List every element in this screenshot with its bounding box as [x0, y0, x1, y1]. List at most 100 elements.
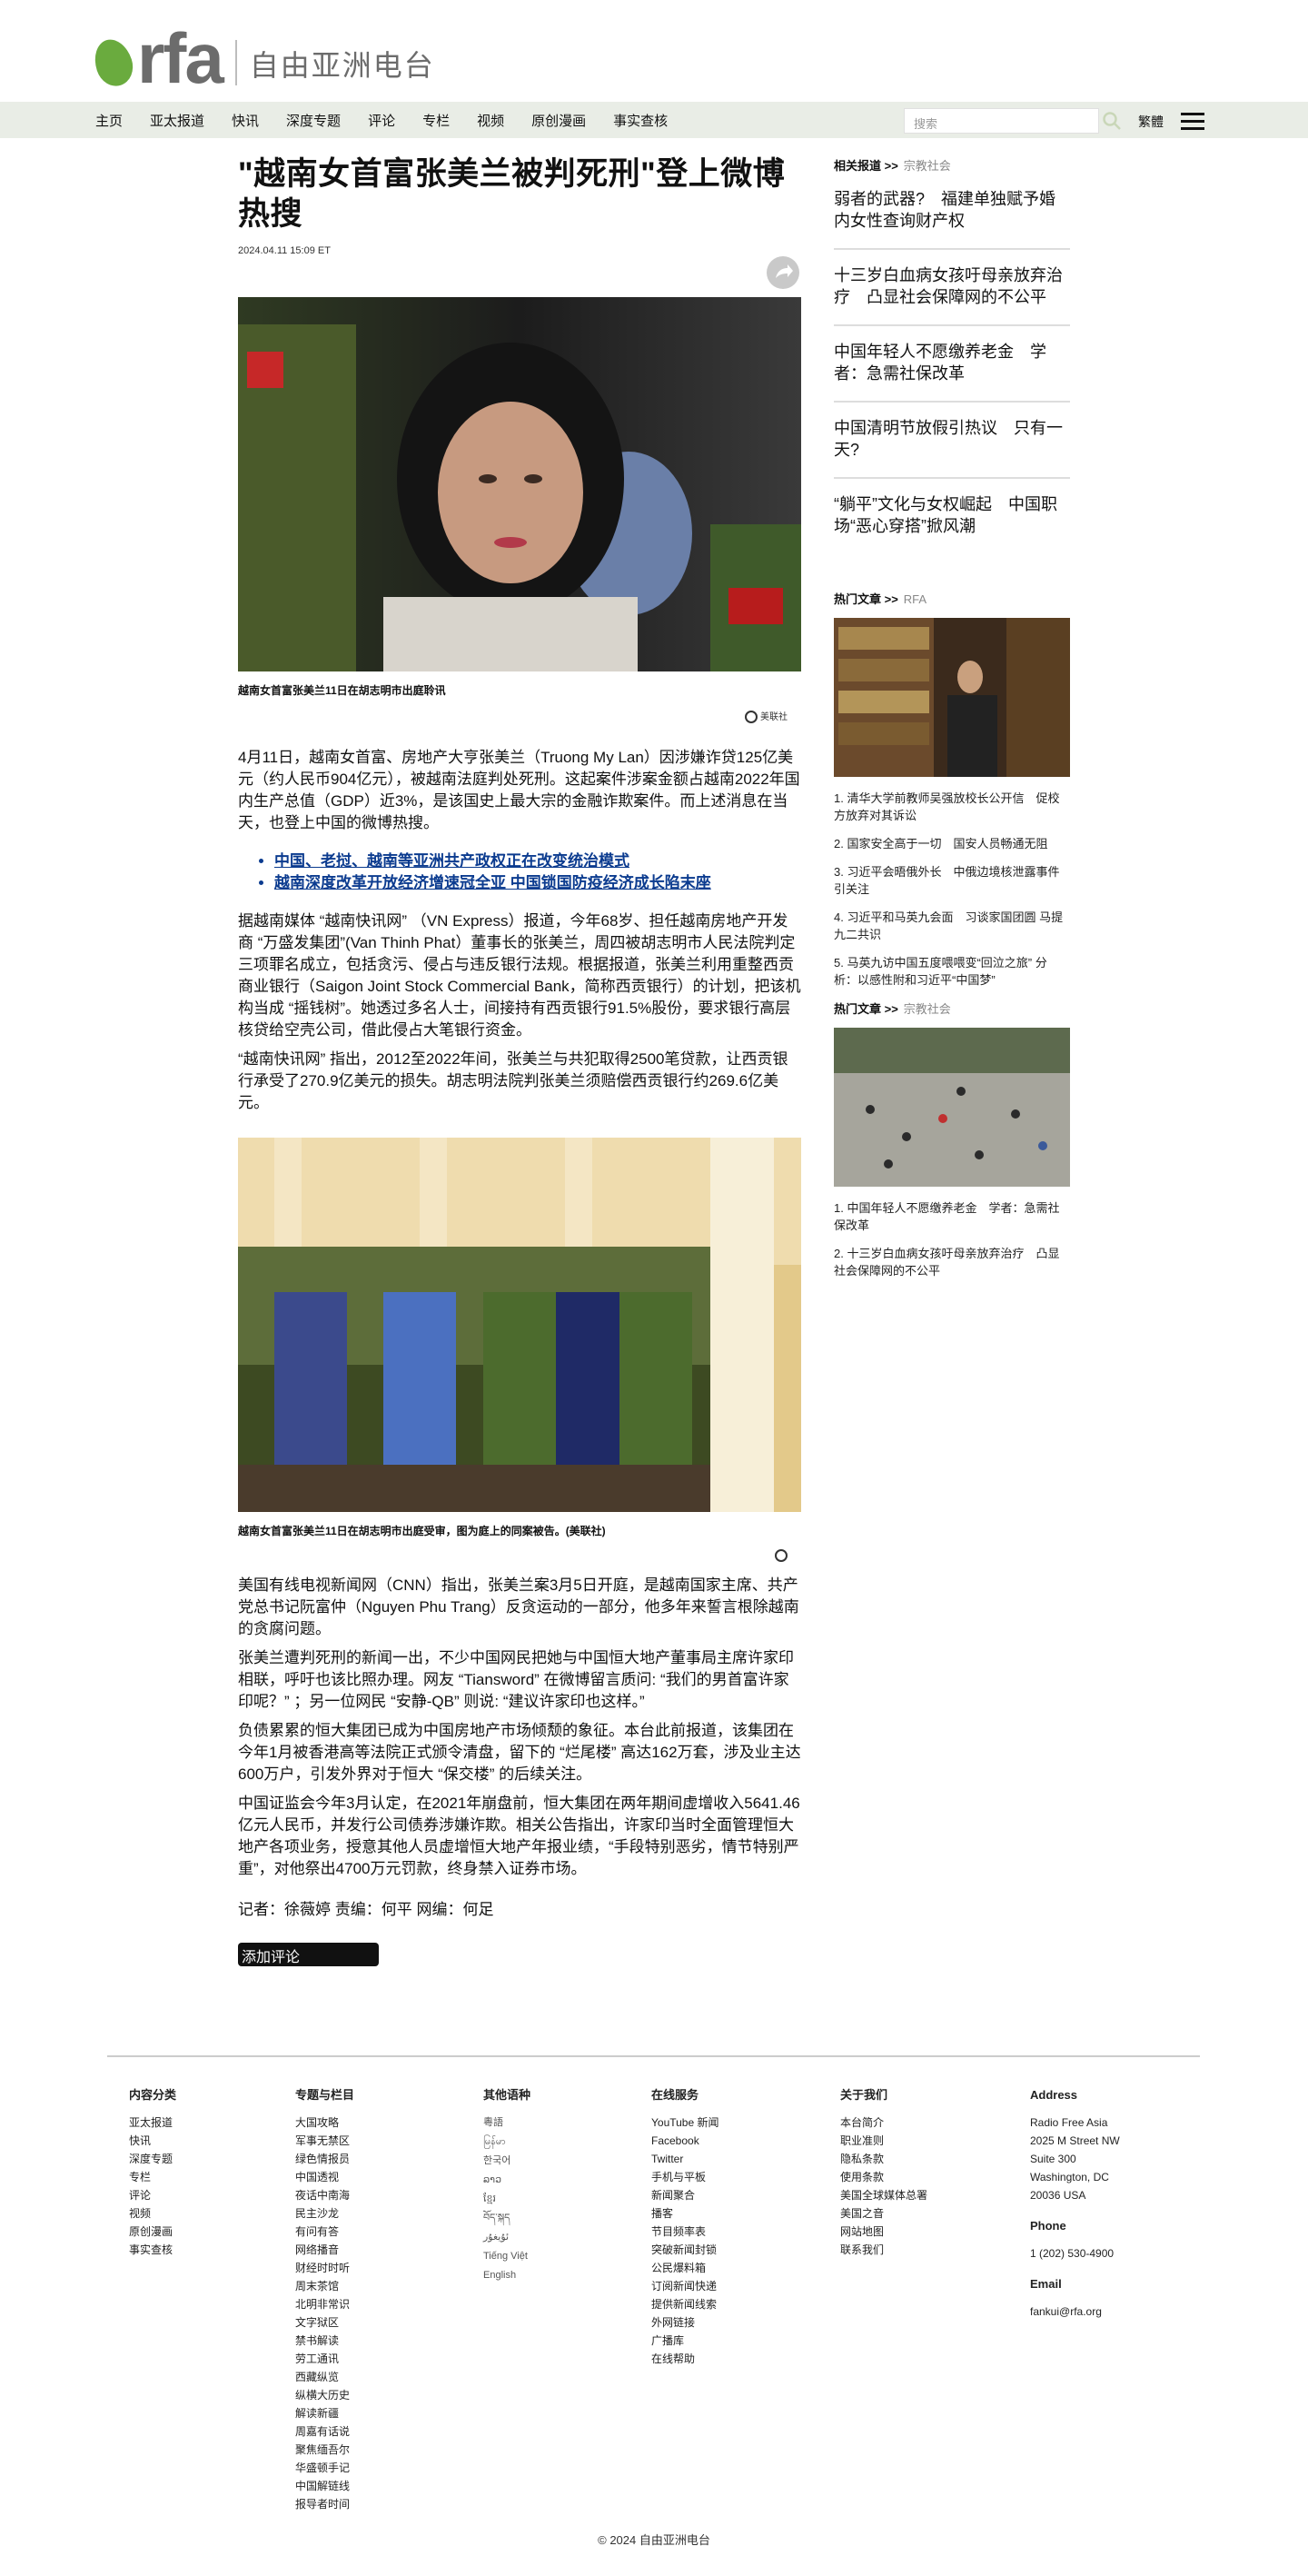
footer-link[interactable]: 新闻聚合: [651, 2186, 719, 2204]
footer-link[interactable]: 禁书解读: [295, 2332, 354, 2350]
hot-article-link[interactable]: 4. 习近平和马英九会面 习谈家国团圆 马提九二共识: [834, 909, 1070, 943]
footer-link[interactable]: 西藏纵览: [295, 2368, 354, 2386]
footer-link[interactable]: 网络播音: [295, 2241, 354, 2259]
footer-link[interactable]: 快讯: [129, 2132, 176, 2150]
footer-link[interactable]: 劳工通讯: [295, 2350, 354, 2368]
footer-link[interactable]: 民主沙龙: [295, 2204, 354, 2223]
footer-link[interactable]: 北明非常识: [295, 2295, 354, 2313]
related-link[interactable]: 中国、老挝、越南等亚洲共产政权正在改变统治模式: [274, 850, 801, 872]
footer-link[interactable]: 视频: [129, 2204, 176, 2223]
footer-link[interactable]: 报导者时间: [295, 2495, 354, 2513]
nav-item[interactable]: 原创漫画: [531, 111, 586, 130]
related-article[interactable]: 中国年轻人不愿缴养老金 学者：急需社保改革: [834, 326, 1070, 403]
footer-link[interactable]: 外网链接: [651, 2313, 719, 2332]
related-article[interactable]: 中国清明节放假引热议 只有一天?: [834, 403, 1070, 479]
footer-link[interactable]: 有问有答: [295, 2223, 354, 2241]
footer-link[interactable]: 本台简介: [840, 2114, 927, 2132]
footer-link[interactable]: 公民爆料箱: [651, 2259, 719, 2277]
footer-link[interactable]: 提供新闻线索: [651, 2295, 719, 2313]
footer-link[interactable]: 周嘉有话说: [295, 2422, 354, 2441]
footer-link[interactable]: 军事无禁区: [295, 2132, 354, 2150]
footer-link[interactable]: Twitter: [651, 2150, 719, 2168]
footer-link[interactable]: 节目频率表: [651, 2223, 719, 2241]
zoom-icon[interactable]: [745, 711, 758, 724]
footer-link[interactable]: 在线帮助: [651, 2350, 719, 2368]
footer-link[interactable]: 聚焦缅吾尔: [295, 2441, 354, 2459]
nav-item[interactable]: 评论: [368, 111, 395, 130]
footer-link[interactable]: 隐私条款: [840, 2150, 927, 2168]
footer-link[interactable]: 深度专题: [129, 2150, 176, 2168]
phone-number[interactable]: 1 (202) 530-4900: [1030, 2244, 1120, 2263]
footer-link[interactable]: 华盛顿手记: [295, 2459, 354, 2477]
search-icon[interactable]: [1102, 111, 1122, 131]
footer-link[interactable]: 中国透视: [295, 2168, 354, 2186]
footer-link[interactable]: 中国解链线: [295, 2477, 354, 2495]
footer-link[interactable]: 职业准则: [840, 2132, 927, 2150]
footer-link[interactable]: 解读新疆: [295, 2404, 354, 2422]
related-head[interactable]: 相关报道 >>: [834, 159, 898, 173]
hot-article-link[interactable]: 5. 马英九访中国五度喂喂变“回泣之旅” 分析：以感性附和习近平“中国梦”: [834, 954, 1070, 989]
related-article[interactable]: 十三岁白血病女孩吁母亲放弃治疗 凸显社会保障网的不公平: [834, 250, 1070, 326]
language-link[interactable]: 粵語: [483, 2114, 530, 2133]
language-link[interactable]: မြန်မာ: [483, 2133, 530, 2152]
hot-article-link[interactable]: 1. 清华大学前教师吴强放校长公开信 促校方放弃对其诉讼: [834, 790, 1070, 824]
hot-article-link[interactable]: 2. 国家安全高于一切 国安人员畅通无阻: [834, 835, 1070, 852]
hamburger-menu-icon[interactable]: [1181, 113, 1204, 131]
language-link[interactable]: English: [483, 2266, 530, 2285]
related-sub[interactable]: 宗教社会: [904, 159, 951, 173]
nav-item[interactable]: 深度专题: [286, 111, 341, 130]
share-icon[interactable]: [767, 256, 799, 289]
nav-item[interactable]: 快讯: [232, 111, 259, 130]
footer-link[interactable]: 美国之音: [840, 2204, 927, 2223]
language-link[interactable]: ລາວ: [483, 2171, 530, 2190]
footer-link[interactable]: 手机与平板: [651, 2168, 719, 2186]
footer-link[interactable]: 文字狱区: [295, 2313, 354, 2332]
nav-item[interactable]: 事实查核: [613, 111, 668, 130]
footer-link[interactable]: 亚太报道: [129, 2114, 176, 2132]
nav-item[interactable]: 专栏: [422, 111, 450, 130]
related-article[interactable]: “躺平”文化与女权崛起 中国职场“恶心穿搭”掀风潮: [834, 479, 1070, 553]
footer-link[interactable]: YouTube 新闻: [651, 2114, 719, 2132]
related-article[interactable]: 弱者的武器? 福建单独赋予婚内女性查询财产权: [834, 174, 1070, 250]
footer-link[interactable]: 突破新闻封锁: [651, 2241, 719, 2259]
language-link[interactable]: ئۇيغۇر: [483, 2228, 530, 2247]
language-link[interactable]: Tiếng Việt: [483, 2247, 530, 2266]
footer-link[interactable]: 订阅新闻快递: [651, 2277, 719, 2295]
footer-link[interactable]: 联系我们: [840, 2241, 927, 2259]
footer-link[interactable]: 纵横大历史: [295, 2386, 354, 2404]
hot-head[interactable]: 热门文章 >>: [834, 592, 898, 606]
add-comment-button[interactable]: 添加评论: [238, 1943, 379, 1967]
language-link[interactable]: 한국어: [483, 2152, 530, 2171]
footer-link[interactable]: 美国全球媒体总署: [840, 2186, 927, 2204]
footer-link[interactable]: 播客: [651, 2204, 719, 2223]
footer-link[interactable]: 专栏: [129, 2168, 176, 2186]
footer-link[interactable]: 事实查核: [129, 2241, 176, 2259]
hot-article-link[interactable]: 3. 习近平会晤俄外长 中俄边境核泄露事件引关注: [834, 863, 1070, 898]
footer-link[interactable]: 原创漫画: [129, 2223, 176, 2241]
hot-head[interactable]: 热门文章 >>: [834, 1002, 898, 1016]
footer-link[interactable]: 周末茶馆: [295, 2277, 354, 2295]
nav-item[interactable]: 亚太报道: [150, 111, 204, 130]
language-link[interactable]: ខ្មែរ: [483, 2190, 530, 2209]
email-link[interactable]: fankui@rfa.org: [1030, 2302, 1120, 2321]
search-input[interactable]: 搜索: [904, 108, 1099, 134]
rfa-logo[interactable]: rfa 自由亚洲电台: [88, 22, 435, 94]
traditional-chinese-link[interactable]: 繁體: [1138, 113, 1164, 131]
footer-link[interactable]: 使用条款: [840, 2168, 927, 2186]
hot-article-link[interactable]: 2. 十三岁白血病女孩吁母亲放弃治疗 凸显社会保障网的不公平: [834, 1245, 1070, 1279]
related-link[interactable]: 越南深度改革开放经济增速冠全亚 中国锁国防疫经济成长陷末座: [274, 872, 801, 894]
hot-article-photo[interactable]: [834, 1028, 1070, 1187]
footer-link[interactable]: 广播库: [651, 2332, 719, 2350]
footer-link[interactable]: 夜话中南海: [295, 2186, 354, 2204]
nav-item[interactable]: 视频: [477, 111, 504, 130]
nav-item[interactable]: 主页: [95, 111, 123, 130]
hot-article-link[interactable]: 1. 中国年轻人不愿缴养老金 学者：急需社保改革: [834, 1199, 1070, 1234]
hot-article-photo[interactable]: [834, 618, 1070, 777]
footer-link[interactable]: 网站地图: [840, 2223, 927, 2241]
language-link[interactable]: བོད་སྐད: [483, 2209, 530, 2228]
footer-link[interactable]: 财经时时听: [295, 2259, 354, 2277]
footer-link[interactable]: 评论: [129, 2186, 176, 2204]
zoom-icon[interactable]: [775, 1549, 788, 1563]
footer-link[interactable]: Facebook: [651, 2132, 719, 2150]
footer-link[interactable]: 大国攻略: [295, 2114, 354, 2132]
